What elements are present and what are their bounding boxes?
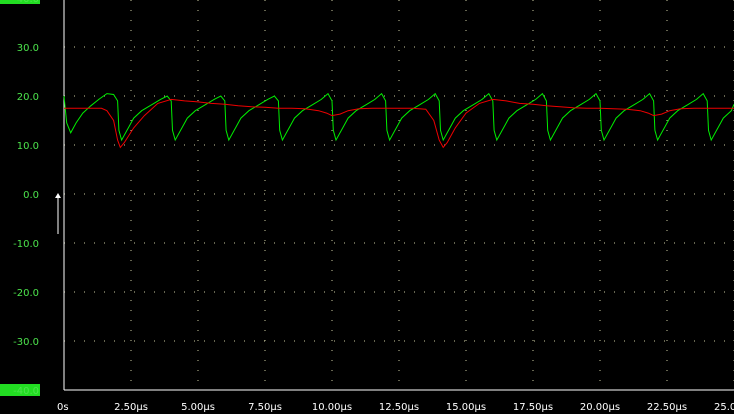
y-tick-label: -30.0 bbox=[13, 337, 39, 348]
y-tick-label: -10.0 bbox=[13, 239, 39, 250]
y-tick-label: -20.0 bbox=[13, 288, 39, 299]
y-tick-label: 10.0 bbox=[17, 141, 39, 152]
x-tick-label: 25.0 bbox=[714, 402, 734, 413]
x-tick-label: 20.00µs bbox=[580, 402, 620, 413]
y-tick-label: 30.0 bbox=[17, 43, 39, 54]
x-tick-label: 5.00µs bbox=[181, 402, 215, 413]
x-tick-label: 17.50µs bbox=[513, 402, 553, 413]
x-tick-label: 12.50µs bbox=[379, 402, 419, 413]
y-tick-label: 40.0 bbox=[17, 0, 39, 5]
x-tick-label: 22.50µs bbox=[647, 402, 687, 413]
y-tick-label: 20.0 bbox=[17, 92, 39, 103]
x-tick-label: 0s bbox=[57, 402, 69, 413]
x-tick-label: 7.50µs bbox=[248, 402, 282, 413]
oscilloscope-chart: 40.030.020.010.00.0-10.0-20.0-30.0-40.0 … bbox=[0, 0, 734, 414]
x-tick-label: 10.00µs bbox=[312, 402, 352, 413]
plot-background bbox=[0, 0, 734, 414]
x-tick-label: 15.00µs bbox=[446, 402, 486, 413]
y-tick-label: 0.0 bbox=[23, 190, 39, 201]
x-tick-label: 2.50µs bbox=[114, 402, 148, 413]
y-tick-label: -40.0 bbox=[13, 386, 39, 397]
